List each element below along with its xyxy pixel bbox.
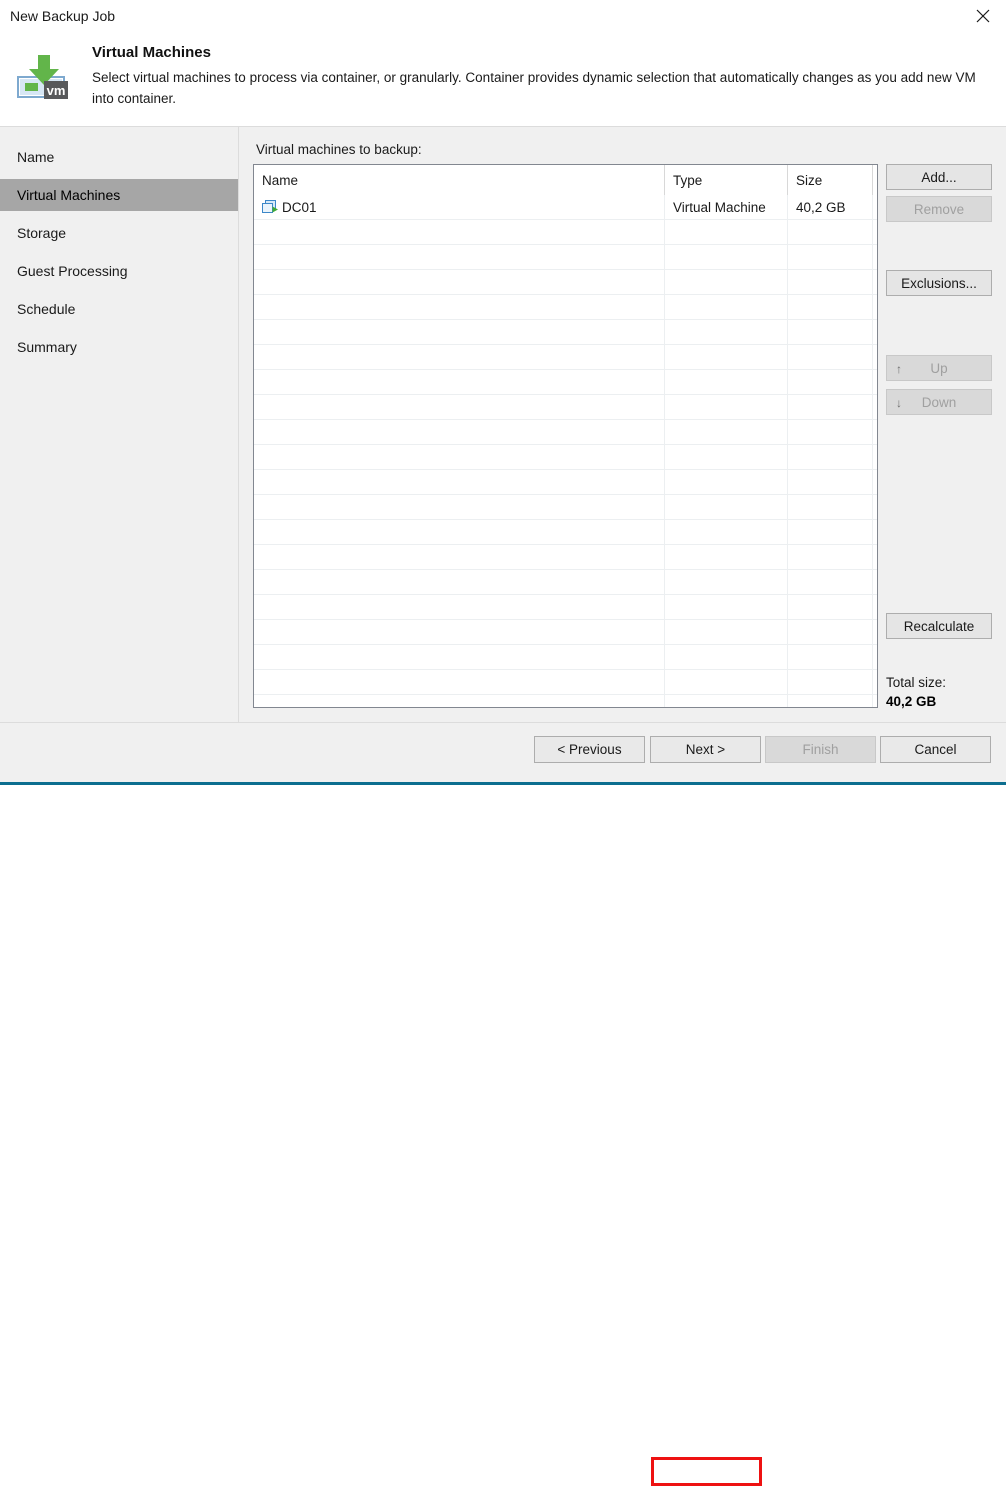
sidebar-item-virtual-machines[interactable]: Virtual Machines [0,179,238,211]
body-area: Name Virtual Machines Storage Guest Proc… [0,127,1006,722]
exclusions-button[interactable]: Exclusions... [886,270,992,296]
table-empty-row [254,545,877,570]
page-title: Virtual Machines [92,44,211,61]
table-empty-row [254,645,877,670]
table-empty-row [254,595,877,620]
move-up-label: Up [930,360,948,376]
table-empty-row [254,520,877,545]
table-action-buttons: Add... Remove Exclusions... ↑ Up ↓ Down … [886,164,996,709]
add-button[interactable]: Add... [886,164,992,190]
total-size-label: Total size: [886,675,947,690]
cell-type: Virtual Machine [673,200,766,215]
sidebar-item-label: Summary [17,339,77,355]
table-empty-row [254,570,877,595]
table-empty-row [254,220,877,245]
sidebar-item-name[interactable]: Name [0,141,238,173]
table-empty-row [254,395,877,420]
cancel-button[interactable]: Cancel [880,736,991,763]
table-empty-row [254,295,877,320]
svg-text:vm: vm [47,83,66,98]
sidebar-item-storage[interactable]: Storage [0,217,238,249]
next-button[interactable]: Next > [650,736,761,763]
sidebar-item-summary[interactable]: Summary [0,331,238,363]
table-empty-row [254,445,877,470]
sidebar-item-label: Guest Processing [17,263,128,279]
sidebar-item-label: Schedule [17,301,76,317]
window-title: New Backup Job [10,8,116,24]
wizard-header: vm Virtual Machines Select virtual machi… [0,33,1006,126]
column-header-type[interactable]: Type [665,165,787,195]
footer-divider [0,722,1006,723]
column-header-size[interactable]: Size [788,165,873,195]
remove-button[interactable]: Remove [886,196,992,222]
sidebar-item-label: Storage [17,225,67,241]
table-empty-row [254,245,877,270]
table-empty-row [254,470,877,495]
table-empty-row [254,345,877,370]
vm-list-label: Virtual machines to backup: [256,142,422,157]
total-size-value: 40,2 GB [886,694,937,709]
sidebar-item-label: Name [17,149,55,165]
vm-table[interactable]: Name Type Size DC01 Virtual Machine 40,2… [253,164,878,708]
arrow-up-icon: ↑ [896,362,902,376]
move-up-button[interactable]: ↑ Up [886,355,992,381]
finish-button[interactable]: Finish [765,736,876,763]
previous-button[interactable]: < Previous [534,736,645,763]
recalculate-button[interactable]: Recalculate [886,613,992,639]
main-panel: Virtual machines to backup: Name Type Si… [239,127,1006,722]
wizard-step-sidebar: Name Virtual Machines Storage Guest Proc… [0,127,238,722]
sidebar-item-schedule[interactable]: Schedule [0,293,238,325]
move-down-label: Down [921,394,957,410]
virtual-machine-icon [262,199,279,216]
cell-size: 40,2 GB [796,200,846,215]
move-down-button[interactable]: ↓ Down [886,389,992,415]
table-header-row: Name Type Size [254,165,877,195]
close-icon[interactable] [960,0,1006,31]
vm-download-icon: vm [14,47,72,105]
table-body: DC01 Virtual Machine 40,2 GB [254,195,877,707]
arrow-down-icon: ↓ [896,396,902,410]
table-empty-row [254,320,877,345]
page-description: Select virtual machines to process via c… [92,70,976,106]
table-empty-row [254,495,877,520]
cell-name: DC01 [254,195,664,220]
vm-name: DC01 [282,200,317,215]
table-empty-row [254,670,877,695]
sidebar-item-label: Virtual Machines [17,187,121,203]
next-button-highlight [651,1457,762,1486]
title-bar: New Backup Job [0,0,1006,33]
table-row[interactable]: DC01 Virtual Machine 40,2 GB [254,195,877,220]
footer-bar: < Previous Next > Finish Cancel [0,722,1006,1486]
sidebar-item-guest-processing[interactable]: Guest Processing [0,255,238,287]
table-empty-row [254,620,877,645]
table-empty-row [254,370,877,395]
table-empty-row [254,420,877,445]
column-header-name[interactable]: Name [254,165,664,195]
table-empty-row [254,270,877,295]
